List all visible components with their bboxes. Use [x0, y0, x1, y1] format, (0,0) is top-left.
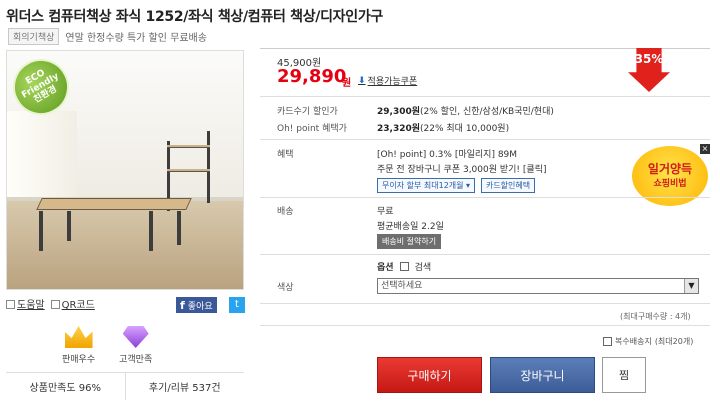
best-seller-badge: 판매우수 — [62, 326, 95, 365]
facebook-icon: f — [180, 298, 185, 312]
twitter-button[interactable]: t — [229, 297, 245, 313]
review-stats: 상품만족도 96% 후기/리뷰 537건 — [6, 372, 244, 400]
qr-link[interactable]: QR코드 — [50, 296, 95, 311]
twitter-icon: t — [235, 299, 239, 310]
satisfaction-stat: 상품만족도 96% — [29, 383, 101, 394]
oh-point-value: 23,320원(22% 최대 10,000원) — [377, 124, 510, 134]
card-discount-label: 카드수기 할인가 — [277, 107, 338, 117]
shipping-value: 무료 — [377, 207, 394, 217]
currency-unit: 원 — [342, 78, 352, 89]
seller-badges: 판매우수 고객만족 — [62, 326, 152, 365]
help-link[interactable]: 도움말 — [6, 296, 45, 311]
shipping-label: 배송 — [277, 207, 294, 217]
color-select[interactable]: 선택하세요 ▼ — [377, 278, 699, 294]
wishlist-button[interactable]: 찜 — [602, 357, 646, 393]
buy-button[interactable]: 구매하기 — [377, 357, 482, 393]
card-discount-value: 29,300원(2% 할인, 신한/삼성/KB국민/현대) — [377, 107, 554, 117]
category-tag[interactable]: 회의기책상 — [8, 28, 60, 45]
installment-button[interactable]: 무이자 할부 최대12개월 ▾ — [377, 178, 476, 193]
shipping-average: 평균배송일 2.2일 — [377, 222, 444, 232]
product-title: 위더스 컴퓨터책상 좌식 1252/좌식 책상/컴퓨터 책상/디자인가구 — [6, 9, 383, 25]
close-icon[interactable]: × — [700, 144, 710, 154]
chevron-down-icon: ▼ — [684, 279, 698, 293]
max-purchase-note: (최대구매수량 : 4개) — [620, 312, 691, 321]
sale-price: 29,890 — [277, 66, 347, 87]
multi-address-option: 복수배송지 (최대20개) — [603, 336, 693, 347]
cart-coupon-link[interactable]: 주문 전 장바구니 쿠폰 3,000원 받기! [클릭] — [377, 162, 546, 175]
qr-icon — [50, 300, 60, 309]
download-icon: ⬇ — [358, 75, 366, 86]
oh-point-label: Oh! point 혜택가 — [277, 124, 347, 134]
color-label: 색상 — [277, 283, 294, 293]
benefit-points: [Oh! point] 0.3% [마일리지] 89M — [377, 150, 518, 160]
benefit-label: 혜택 — [277, 150, 294, 160]
multi-address-checkbox[interactable] — [603, 337, 612, 346]
product-image[interactable]: ECO Friendly 친환경 — [6, 50, 244, 290]
option-search-checkbox[interactable] — [399, 262, 409, 271]
promo-subtitle: 연말 한정수량 특가 할인 무료배송 — [65, 33, 207, 44]
diamond-icon — [122, 326, 149, 348]
save-shipping-button[interactable]: 배송비 절약하기 — [377, 234, 442, 249]
card-benefit-button[interactable]: 카드할인혜택 — [480, 178, 536, 193]
applicable-coupon-link[interactable]: ⬇ 적용가능쿠폰 — [358, 74, 417, 88]
options-header: 옵션 검색 — [377, 262, 432, 273]
discount-badge: 35% — [628, 48, 670, 92]
customer-choice-badge: 고객만족 — [119, 326, 152, 365]
help-icon — [6, 300, 15, 309]
save-shipping-row: 배송비 절약하기 — [377, 234, 442, 249]
product-subline: 회의기책상 연말 한정수량 특가 할인 무료배송 — [8, 28, 207, 45]
benefit-buttons: 무이자 할부 최대12개월 ▾ 카드할인혜택 — [377, 178, 538, 193]
crown-icon — [64, 326, 93, 348]
facebook-like-button[interactable]: f 좋아요 — [176, 297, 217, 313]
reviews-stat[interactable]: 후기/리뷰 537건 — [124, 373, 245, 400]
cart-button[interactable]: 장바구니 — [490, 357, 595, 393]
